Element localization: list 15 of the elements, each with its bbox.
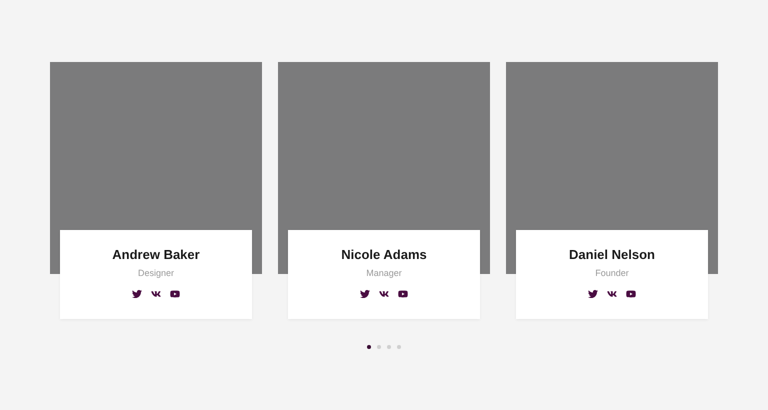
member-name: Nicole Adams	[341, 247, 427, 263]
twitter-icon[interactable]	[132, 289, 142, 299]
youtube-icon[interactable]	[398, 289, 408, 299]
vk-icon[interactable]	[607, 289, 617, 299]
twitter-icon[interactable]	[588, 289, 598, 299]
twitter-icon[interactable]	[360, 289, 370, 299]
youtube-icon[interactable]	[626, 289, 636, 299]
vk-icon[interactable]	[151, 289, 161, 299]
youtube-icon[interactable]	[170, 289, 180, 299]
member-role: Founder	[595, 268, 629, 279]
member-role: Designer	[138, 268, 174, 279]
member-name: Daniel Nelson	[569, 247, 655, 263]
member-name: Andrew Baker	[112, 247, 200, 263]
member-role: Manager	[366, 268, 402, 279]
vk-icon[interactable]	[379, 289, 389, 299]
